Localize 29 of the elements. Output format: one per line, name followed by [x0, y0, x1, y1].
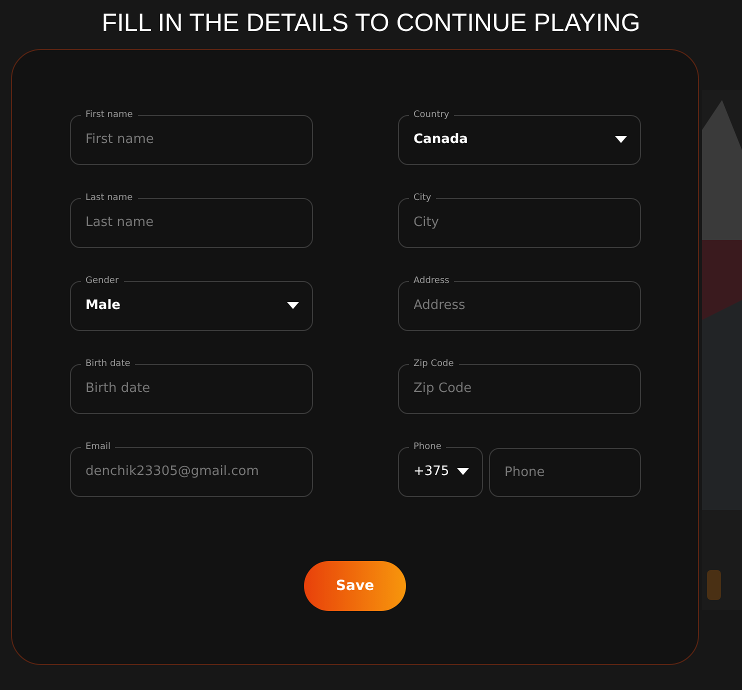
- field-label: Zip Code: [412, 358, 455, 370]
- field-label: Last name: [84, 192, 134, 204]
- field-label: Address: [412, 275, 450, 287]
- text-field[interactable]: Birth date Birth date: [70, 358, 312, 414]
- text-field[interactable]: City City: [398, 192, 640, 248]
- dropdown-caret-icon: [614, 136, 626, 143]
- field-label: Email: [84, 441, 112, 453]
- text-input[interactable]: Address: [398, 284, 640, 326]
- dropdown-caret-icon: [456, 468, 468, 475]
- text-field[interactable]: Zip Code Zip Code: [398, 358, 640, 414]
- phone-field[interactable]: Phone: [490, 449, 640, 496]
- text-field[interactable]: First name First name: [70, 109, 312, 165]
- field-label: City: [412, 192, 432, 204]
- dropdown-caret-icon: [286, 302, 298, 309]
- dropdown-field[interactable]: Gender Male: [70, 275, 312, 331]
- text-field[interactable]: Email denchik23305@gmail.com: [70, 441, 312, 497]
- text-input[interactable]: City: [398, 202, 640, 244]
- phone-code-dropdown[interactable]: Phone +375: [398, 441, 482, 497]
- text-input[interactable]: denchik23305@gmail.com: [70, 450, 312, 492]
- text-field[interactable]: Last name Last name: [70, 192, 312, 248]
- form-heading: FILL IN THE DETAILS TO CONTINUE PLAYING: [102, 8, 640, 38]
- field-label: First name: [84, 109, 134, 121]
- text-input[interactable]: Last name: [70, 202, 312, 244]
- dropdown-field[interactable]: Country Canada: [398, 109, 640, 165]
- text-input[interactable]: Zip Code: [398, 368, 640, 410]
- text-field[interactable]: Address Address: [398, 275, 640, 331]
- text-input[interactable]: Birth date: [70, 368, 312, 410]
- text-input[interactable]: First name: [70, 118, 312, 160]
- field-label: Birth date: [84, 358, 132, 370]
